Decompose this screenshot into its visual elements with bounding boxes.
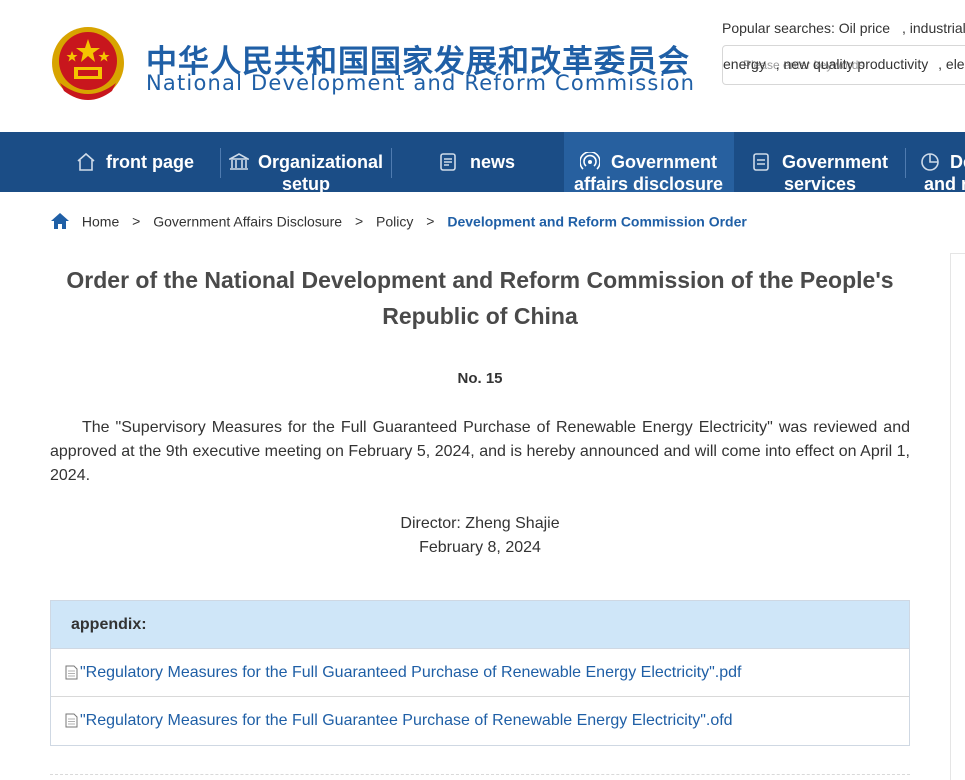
appendix-heading: appendix:	[51, 601, 909, 649]
breadcrumb-current[interactable]: Development and Reform Commission Order	[447, 213, 747, 229]
popular-searches-label: Popular searches:	[722, 20, 835, 36]
nav-label-line2: services	[784, 174, 857, 192]
signature-date: February 8, 2024	[419, 539, 541, 556]
home-icon[interactable]	[50, 212, 70, 230]
nav-item-government-affairs-disclosure[interactable]: Government affairs disclosure	[564, 132, 734, 192]
content-divider	[50, 774, 910, 775]
appendix-file-name[interactable]: "Regulatory Measures for the Full Guaran…	[80, 712, 733, 729]
nav-label: front page	[106, 152, 194, 172]
nav-label: news	[470, 152, 516, 172]
document-icon	[753, 153, 769, 171]
breadcrumb-separator: >	[354, 213, 364, 230]
nav-item-news[interactable]: news	[392, 132, 563, 192]
appendix-file-name[interactable]: "Regulatory Measures for the Full Guaran…	[80, 664, 741, 681]
breadcrumb-separator: >	[426, 213, 435, 230]
popular-keyword-link[interactable]: energy	[723, 56, 766, 72]
director-name: Director: Zheng Shajie	[400, 515, 560, 532]
appendix-table: appendix: "Regulatory Measures for the F…	[50, 600, 910, 746]
site-header: 中华人民共和国国家发展和改革委员会 National Development a…	[0, 0, 965, 132]
page-title: Order of the National Development and Re…	[66, 267, 894, 329]
side-panel-edge	[950, 253, 965, 780]
breadcrumb-policy[interactable]: Policy	[376, 213, 413, 229]
home-outline-icon	[77, 152, 95, 171]
appendix-file-link[interactable]: "Regulatory Measures for the Full Guaran…	[51, 649, 909, 697]
file-icon	[65, 713, 78, 728]
popular-keyword-link[interactable]: , new quality productivity	[776, 56, 929, 72]
appendix-file-link[interactable]: "Regulatory Measures for the Full Guaran…	[51, 697, 909, 745]
nav-label-line2: affairs disclosure	[574, 174, 724, 192]
building-icon	[229, 153, 249, 170]
nav-item-front-page[interactable]: front page	[60, 132, 220, 192]
breadcrumb: Home > Government Affairs Disclosure > P…	[50, 212, 747, 232]
nav-item-government-services[interactable]: Government services	[735, 132, 905, 192]
nav-item-organizational-setup[interactable]: Organizational setup	[221, 132, 391, 192]
order-number: No. 15	[457, 370, 503, 387]
search-input[interactable]: Please enter keywords energy , new quali…	[722, 45, 965, 85]
popular-searches: Popular searches: Oil price , industrial	[722, 20, 965, 36]
national-emblem-icon[interactable]	[50, 25, 126, 105]
signature-block: Director: Zheng Shajie February 8, 2024	[50, 512, 910, 560]
breadcrumb-separator: >	[132, 213, 141, 230]
main-navigation: front page Organizational setup news Gov…	[0, 132, 965, 192]
breadcrumb-home[interactable]: Home	[82, 213, 119, 229]
breadcrumb-government-affairs-disclosure[interactable]: Government Affairs Disclosure	[153, 213, 342, 229]
popular-keyword-link[interactable]: Oil price	[839, 20, 890, 36]
nav-label-line2: and r	[924, 174, 965, 192]
popular-keyword-link[interactable]: , industrial	[902, 20, 965, 36]
article-body: The "Supervisory Measures for the Full G…	[50, 419, 910, 484]
popular-keyword-link[interactable]: , ele	[938, 56, 964, 72]
file-icon	[65, 665, 78, 680]
nav-label-line2: setup	[282, 174, 331, 192]
popular-keywords-overflow: energy , new quality productivity , ele	[723, 56, 965, 72]
nav-item-development-and-reform[interactable]: De and r	[906, 132, 965, 192]
logo-english-title[interactable]: National Development and Reform Commissi…	[146, 71, 695, 95]
newspaper-icon	[440, 153, 456, 171]
